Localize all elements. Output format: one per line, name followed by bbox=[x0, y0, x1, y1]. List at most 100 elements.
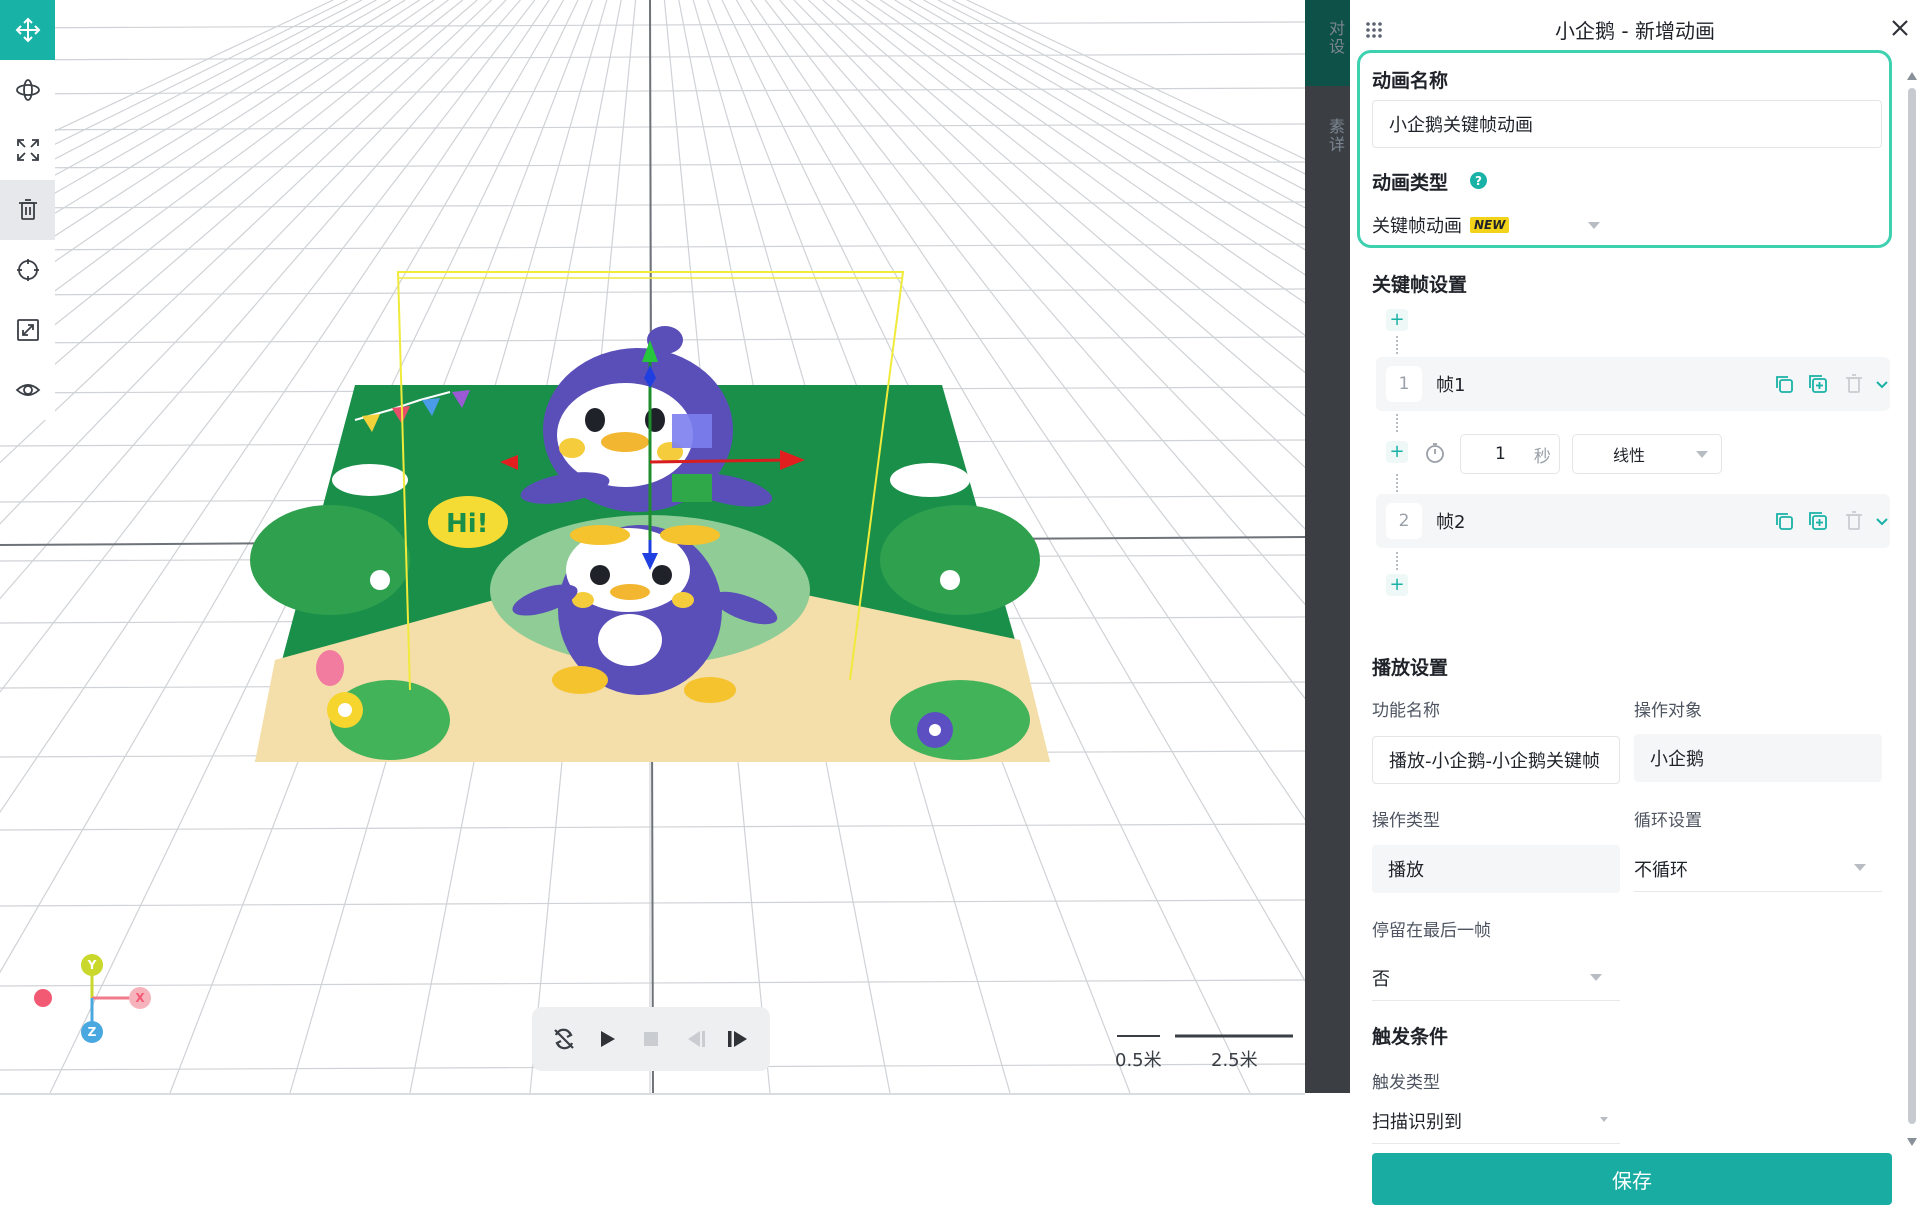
3d-viewport[interactable]: Hi! Y X Z 0.5米 2.5米 bbox=[0, 0, 1305, 1095]
keyframe-name: 帧2 bbox=[1436, 512, 1466, 533]
function-name-input[interactable]: 播放-小企鹅-小企鹅关键帧 bbox=[1372, 736, 1620, 784]
keyframe-name: 帧1 bbox=[1436, 375, 1466, 396]
keyframe-row-2[interactable]: 2 帧2 bbox=[1376, 494, 1890, 548]
shrink-frame-icon bbox=[16, 319, 39, 341]
tool-sidebar bbox=[0, 0, 55, 420]
panel-title: 小企鹅 - 新增动画 bbox=[1555, 18, 1715, 43]
chevron-down-icon bbox=[1696, 451, 1708, 458]
hold-last-frame-select[interactable]: 否 bbox=[1372, 955, 1620, 1001]
keyframe-row-1[interactable]: 1 帧1 bbox=[1376, 357, 1890, 411]
duplicate-icon[interactable] bbox=[1806, 372, 1830, 396]
scale-ruler: 0.5米 2.5米 bbox=[1115, 1032, 1295, 1072]
function-name-label: 功能名称 bbox=[1372, 701, 1440, 721]
eye-icon bbox=[15, 384, 40, 396]
chevron-down-icon bbox=[1588, 222, 1600, 229]
stopwatch-icon bbox=[1426, 443, 1444, 463]
duration-input[interactable]: 1 秒 bbox=[1460, 434, 1560, 474]
help-icon[interactable]: ? bbox=[1470, 172, 1487, 189]
drag-grip-icon[interactable] bbox=[1364, 20, 1384, 40]
chevron-down-icon[interactable] bbox=[1870, 509, 1894, 533]
target-input: 小企鹅 bbox=[1634, 734, 1882, 782]
keyframe-index: 1 bbox=[1386, 366, 1422, 402]
target-label: 操作对象 bbox=[1634, 701, 1702, 721]
connector-dots bbox=[1396, 336, 1400, 354]
keyframe-section-title: 关键帧设置 bbox=[1372, 274, 1468, 296]
animation-panel: 小企鹅 - 新增动画 动画名称 小企鹅关键帧动画 动画类型 ? 关键帧动画 NE… bbox=[1350, 0, 1920, 1205]
scale-tool-button[interactable] bbox=[0, 120, 55, 180]
move-tool-button[interactable] bbox=[0, 0, 55, 60]
scale-small-label: 0.5米 bbox=[1115, 1050, 1162, 1071]
animation-type-select[interactable]: 关键帧动画 NEW bbox=[1372, 202, 1612, 248]
add-keyframe-top-button[interactable]: + bbox=[1386, 309, 1408, 331]
trigger-type-label: 触发类型 bbox=[1372, 1073, 1440, 1093]
step-forward-button[interactable] bbox=[722, 1023, 754, 1055]
scene-canvas[interactable]: Hi! bbox=[0, 0, 1305, 1093]
loop-off-icon bbox=[554, 1028, 574, 1050]
copy-icon[interactable] bbox=[1772, 372, 1796, 396]
trigger-section-title: 触发条件 bbox=[1372, 1026, 1449, 1048]
axis-orientation-gizmo: Y X Z bbox=[30, 950, 160, 1050]
copy-icon[interactable] bbox=[1772, 509, 1796, 533]
background-panel-text-mid: 素 详 bbox=[1329, 117, 1346, 154]
chevron-down-icon bbox=[1600, 1117, 1608, 1122]
play-button[interactable] bbox=[591, 1023, 623, 1055]
rotate-tool-button[interactable] bbox=[0, 60, 55, 120]
focus-tool-button[interactable] bbox=[0, 240, 55, 300]
chevron-down-icon[interactable] bbox=[1870, 372, 1894, 396]
delete-tool-button[interactable] bbox=[0, 180, 55, 240]
animation-name-input[interactable]: 小企鹅关键帧动画 bbox=[1372, 100, 1882, 148]
animation-name-label: 动画名称 bbox=[1372, 70, 1449, 92]
keyframe-index: 2 bbox=[1386, 503, 1422, 539]
scrollbar-thumb[interactable] bbox=[1908, 88, 1916, 1124]
save-button[interactable]: 保存 bbox=[1372, 1153, 1892, 1205]
axis-y-label: Y bbox=[81, 954, 103, 976]
stop-button[interactable] bbox=[635, 1023, 667, 1055]
step-back-icon bbox=[687, 1031, 705, 1047]
stop-icon bbox=[643, 1032, 658, 1046]
chevron-down-icon bbox=[1854, 864, 1866, 871]
operation-type-label: 操作类型 bbox=[1372, 811, 1440, 831]
step-forward-icon bbox=[728, 1031, 748, 1047]
trigger-type-value: 扫描识别到 bbox=[1372, 1111, 1462, 1133]
trash-icon[interactable] bbox=[1842, 372, 1866, 396]
duplicate-icon[interactable] bbox=[1806, 509, 1830, 533]
background-panel-text-top: 对 设 bbox=[1329, 19, 1346, 56]
connector-dots bbox=[1396, 552, 1400, 570]
chevron-down-icon bbox=[1590, 974, 1602, 981]
trigger-type-select[interactable]: 扫描识别到 bbox=[1372, 1098, 1620, 1144]
playback-section-title: 播放设置 bbox=[1372, 657, 1449, 679]
animation-type-label: 动画类型 bbox=[1372, 172, 1449, 194]
trash-icon[interactable] bbox=[1842, 509, 1866, 533]
connector-dots bbox=[1396, 474, 1400, 492]
loop-value: 不循环 bbox=[1634, 859, 1688, 881]
svg-text:Hi!: Hi! bbox=[446, 509, 489, 539]
background-panel-strip: 对 设 素 详 bbox=[1305, 0, 1350, 1093]
axis-x-label: X bbox=[129, 987, 151, 1009]
hold-last-frame-label: 停留在最后一帧 bbox=[1372, 921, 1491, 941]
hold-last-frame-value: 否 bbox=[1372, 968, 1390, 990]
play-icon bbox=[601, 1031, 616, 1047]
new-badge: NEW bbox=[1470, 217, 1510, 233]
loop-label: 循环设置 bbox=[1634, 811, 1702, 831]
rotate-orbit-icon bbox=[15, 79, 40, 101]
operation-type-input: 播放 bbox=[1372, 845, 1620, 893]
animation-type-value: 关键帧动画 bbox=[1372, 216, 1462, 237]
scale-large-label: 2.5米 bbox=[1211, 1050, 1258, 1071]
visibility-tool-button[interactable] bbox=[0, 360, 55, 420]
easing-value: 线性 bbox=[1613, 446, 1646, 465]
expand-corners-icon bbox=[16, 139, 39, 161]
trash-icon bbox=[18, 199, 37, 220]
step-back-button[interactable] bbox=[679, 1023, 711, 1055]
duration-unit: 秒 bbox=[1533, 446, 1551, 467]
close-icon[interactable] bbox=[1888, 16, 1912, 40]
loop-select[interactable]: 不循环 bbox=[1634, 846, 1882, 892]
add-keyframe-middle-button[interactable]: + bbox=[1386, 441, 1408, 463]
axis-z-label: Z bbox=[81, 1021, 103, 1043]
duration-value: 1 bbox=[1495, 444, 1506, 464]
connector-dots bbox=[1396, 414, 1400, 432]
loop-toggle-button[interactable] bbox=[548, 1023, 580, 1055]
move-arrows-icon bbox=[15, 17, 40, 43]
add-keyframe-bottom-button[interactable]: + bbox=[1386, 574, 1408, 596]
fit-tool-button[interactable] bbox=[0, 300, 55, 360]
crosshair-icon bbox=[16, 259, 39, 281]
